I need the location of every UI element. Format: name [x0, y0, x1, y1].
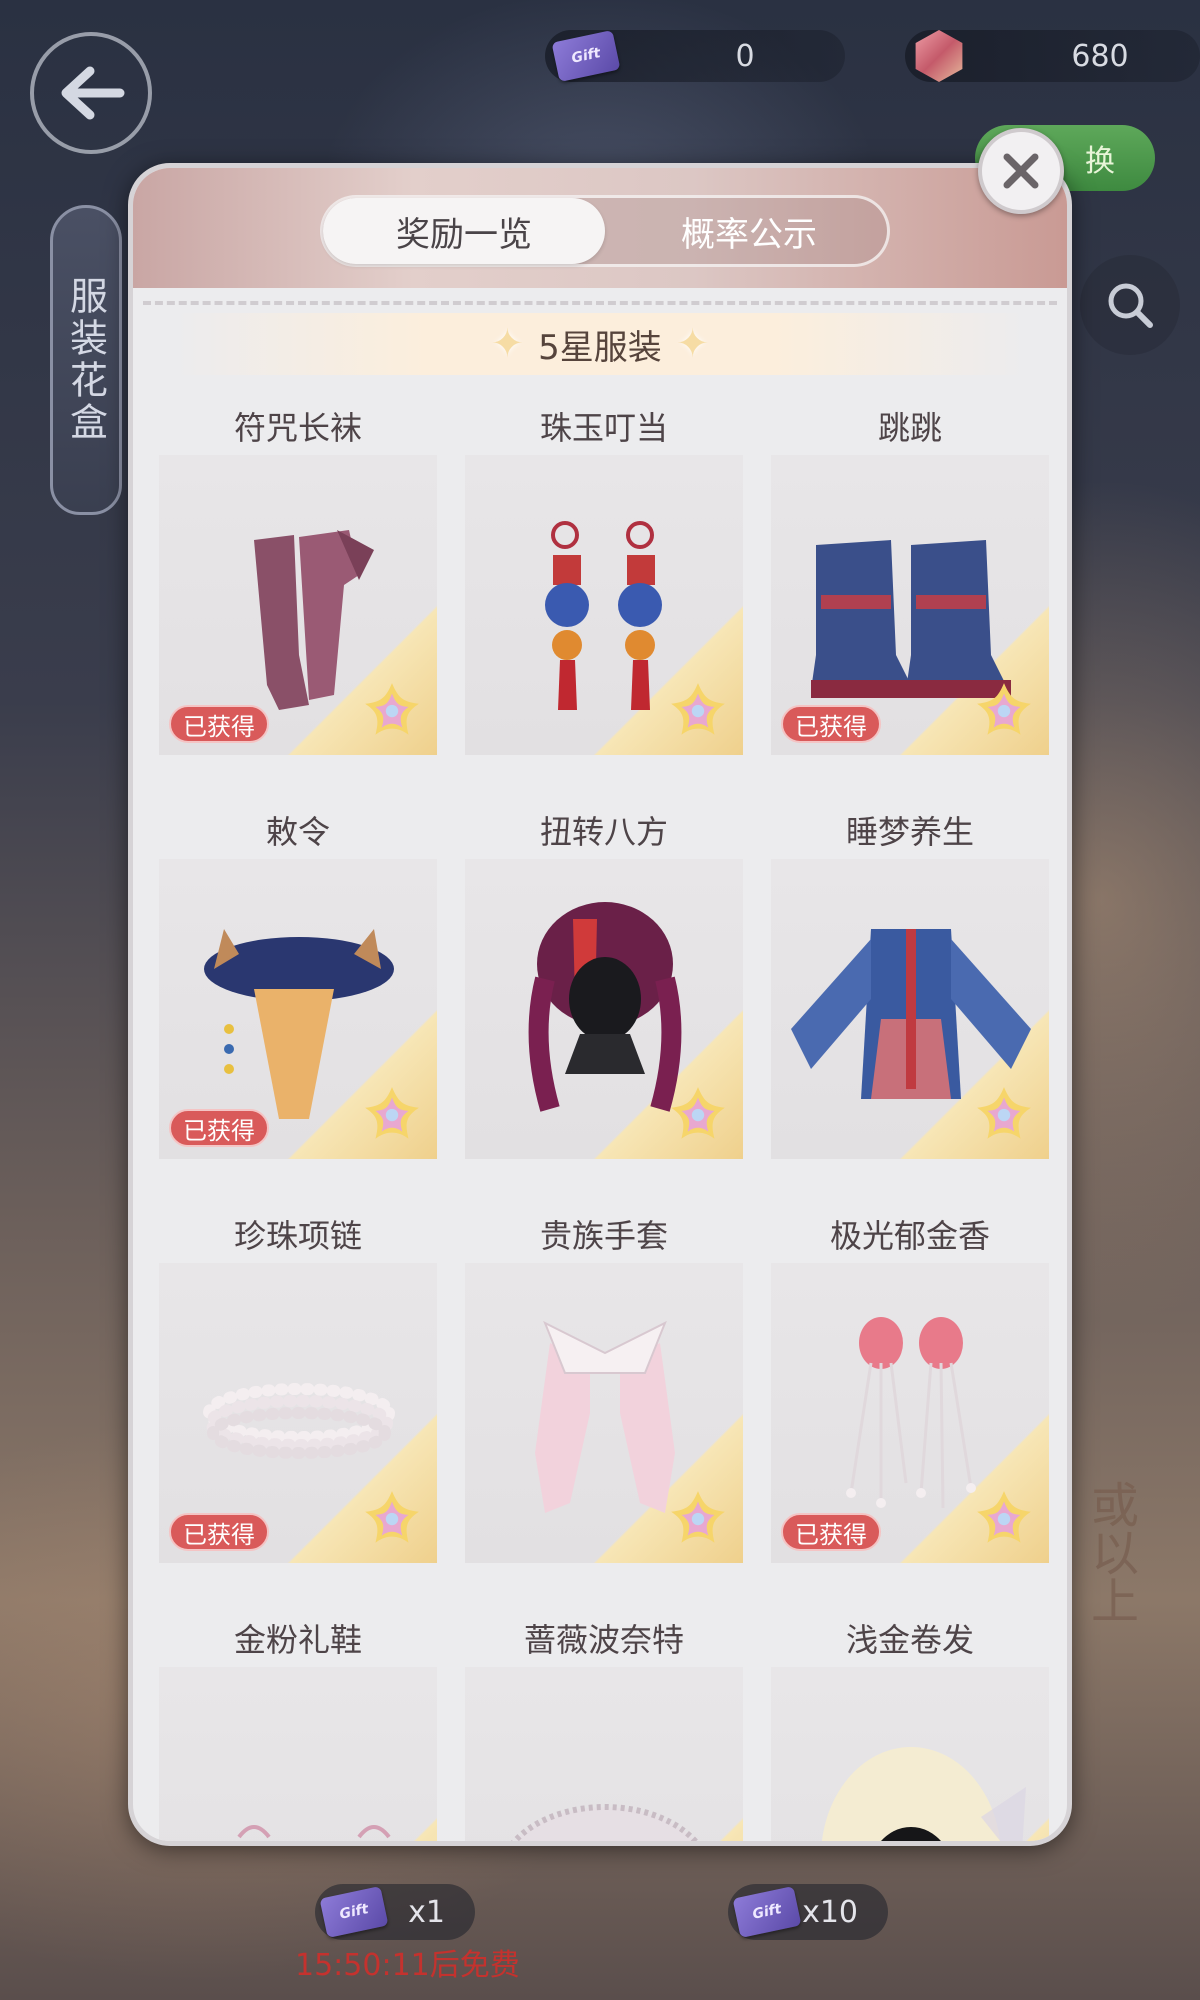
sparkle-icon: ✦: [490, 321, 525, 367]
five-star-rarity-icon: [671, 683, 725, 735]
item-name: 睡梦养生: [845, 813, 974, 851]
owned-badge: 已获得: [781, 1513, 881, 1551]
item-image-frame: [771, 1667, 1049, 1841]
item-image-frame: [465, 455, 743, 755]
section-title-banner: ✦ 5星服装 ✦: [173, 313, 1027, 375]
background-side-text: 或以上: [1082, 1480, 1138, 1624]
shoes-image: [237, 1825, 391, 1839]
sparkle-icon: ✦: [675, 321, 710, 367]
close-button[interactable]: [978, 128, 1064, 214]
reward-item-card[interactable]: 睡梦养生: [763, 797, 1057, 1192]
item-name: 珍珠项链: [233, 1217, 362, 1255]
tab-reward-list[interactable]: 奖励一览: [323, 198, 605, 264]
arrow-left-icon: [61, 66, 125, 120]
owned-badge: 已获得: [781, 705, 881, 743]
item-image-frame: [159, 1667, 437, 1841]
close-icon: [1003, 153, 1039, 189]
gift-ticket-icon: Gift: [732, 1885, 802, 1939]
reward-item-card[interactable]: 珠玉叮当: [457, 393, 751, 788]
tab-probability[interactable]: 概率公示: [608, 198, 890, 264]
five-star-rarity-icon: [977, 683, 1031, 735]
item-image-frame: 已获得: [159, 455, 437, 755]
reward-item-card[interactable]: 极光郁金香已获得: [763, 1201, 1057, 1596]
section-title: 5星服装: [538, 327, 662, 368]
item-name: 金粉礼鞋: [233, 1621, 362, 1659]
item-image-frame: 已获得: [159, 1263, 437, 1563]
item-image-frame: 已获得: [159, 859, 437, 1159]
item-image-frame: [465, 1667, 743, 1841]
item-image-frame: 已获得: [771, 455, 1049, 755]
tab-bar: 奖励一览 概率公示: [320, 195, 890, 267]
side-tab-outfit-box[interactable]: 服装花盒: [50, 205, 122, 515]
free-draw-timer: 15:50:11后免费: [295, 1948, 520, 1983]
ticket-currency: Gift 0: [545, 29, 845, 83]
item-name: 极光郁金香: [829, 1217, 990, 1255]
search-button[interactable]: [1080, 255, 1180, 355]
reward-item-card[interactable]: 敕令已获得: [151, 797, 445, 1192]
bonnet-image: [510, 1804, 700, 1841]
reward-item-card[interactable]: 蔷薇波奈特: [457, 1605, 751, 1841]
item-name: 浅金卷发: [845, 1621, 974, 1659]
five-star-rarity-icon: [977, 1087, 1031, 1139]
gem-icon: [915, 30, 963, 82]
reward-item-card[interactable]: 符咒长袜已获得: [151, 393, 445, 788]
item-name: 珠玉叮当: [539, 409, 668, 447]
item-image-frame: [465, 859, 743, 1159]
draw-ten-cost[interactable]: Gift x10: [728, 1884, 888, 1940]
gem-currency: 680: [905, 30, 1200, 82]
five-star-rarity-icon: [977, 1491, 1031, 1543]
five-star-rarity-icon: [365, 1087, 419, 1139]
reward-item-card[interactable]: 贵族手套: [457, 1201, 751, 1596]
item-name: 蔷薇波奈特: [523, 1621, 684, 1659]
gem-count: 680: [1071, 38, 1129, 74]
reward-item-card[interactable]: 跳跳已获得: [763, 393, 1057, 788]
item-image-frame: [771, 859, 1049, 1159]
reward-item-card[interactable]: 金粉礼鞋: [151, 1605, 445, 1841]
reward-item-card[interactable]: 浅金卷发: [763, 1605, 1057, 1841]
five-star-rarity-icon: [671, 1087, 725, 1139]
owned-badge: 已获得: [169, 1109, 269, 1147]
item-name: 扭转八方: [539, 813, 668, 851]
search-icon: [1108, 283, 1153, 328]
item-name: 贵族手套: [539, 1217, 668, 1255]
divider: [143, 301, 1057, 305]
item-name: 敕令: [265, 813, 330, 851]
draw-single-cost[interactable]: Gift x1: [315, 1884, 475, 1940]
blonde-curls-image: [821, 1747, 1026, 1841]
item-name: 符咒长袜: [233, 409, 362, 447]
back-button[interactable]: [30, 32, 152, 154]
rewards-modal: 奖励一览 概率公示 ✦ 5星服装 ✦ 符咒长袜 已获得 珠玉叮当 跳跳 已获得 敕令 已获得…: [128, 163, 1072, 1846]
five-star-rarity-icon: [365, 683, 419, 735]
five-star-rarity-icon: [365, 1491, 419, 1543]
gift-ticket-icon: Gift: [551, 29, 621, 83]
five-star-rarity-icon: [671, 1491, 725, 1543]
owned-badge: 已获得: [169, 1513, 269, 1551]
gift-ticket-icon: Gift: [319, 1885, 389, 1939]
owned-badge: 已获得: [169, 705, 269, 743]
item-name: 跳跳: [877, 409, 942, 447]
item-image-frame: [465, 1263, 743, 1563]
reward-item-card[interactable]: 珍珠项链已获得: [151, 1201, 445, 1596]
ticket-count: 0: [735, 38, 755, 74]
reward-item-card[interactable]: 扭转八方: [457, 797, 751, 1192]
item-image-frame: 已获得: [771, 1263, 1049, 1563]
